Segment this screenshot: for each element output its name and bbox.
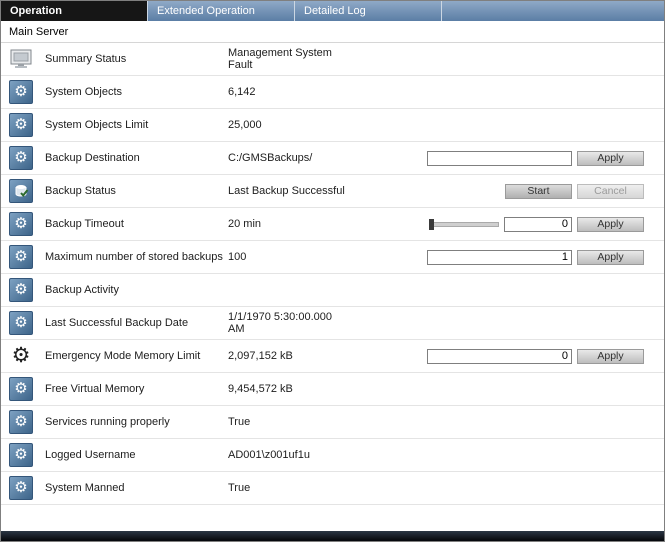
slider-handle[interactable] — [429, 219, 434, 230]
dark-gear-icon: ⚙ — [9, 344, 33, 368]
row-label: System Objects — [45, 86, 228, 98]
backup-destination-input[interactable] — [427, 151, 572, 166]
row-backup-timeout: ⚙ Backup Timeout 20 min Apply — [1, 208, 664, 241]
row-label: System Objects Limit — [45, 119, 228, 131]
row-label: System Manned — [45, 482, 228, 494]
row-label: Logged Username — [45, 449, 228, 461]
row-label: Summary Status — [45, 53, 228, 65]
row-logged-username: ⚙ Logged Username AD001\z001uf1u — [1, 439, 664, 472]
row-value: 25,000 — [228, 119, 413, 131]
backup-timeout-slider[interactable] — [429, 219, 499, 230]
tab-extended-operation[interactable]: Extended Operation — [148, 1, 295, 21]
row-services-running-properly: ⚙ Services running properly True — [1, 406, 664, 439]
database-check-icon — [9, 179, 33, 203]
gear-icon: ⚙ — [9, 80, 33, 104]
gear-icon: ⚙ — [9, 146, 33, 170]
tab-extended-operation-label: Extended Operation — [157, 5, 255, 17]
emergency-memory-limit-input[interactable] — [427, 349, 572, 364]
main-window: Operation Extended Operation Detailed Lo… — [0, 0, 665, 542]
gear-icon: ⚙ — [9, 311, 33, 335]
gear-icon: ⚙ — [9, 377, 33, 401]
gear-icon: ⚙ — [9, 443, 33, 467]
slider-track — [429, 222, 499, 227]
row-free-virtual-memory: ⚙ Free Virtual Memory 9,454,572 kB — [1, 373, 664, 406]
row-value: 20 min — [228, 218, 413, 230]
tab-operation-label: Operation — [10, 5, 62, 17]
row-last-successful-backup-date: ⚙ Last Successful Backup Date 1/1/1970 5… — [1, 307, 664, 340]
cancel-backup-button[interactable]: Cancel — [577, 184, 644, 199]
row-value: True — [228, 416, 413, 428]
row-emergency-mode-memory-limit: ⚙ Emergency Mode Memory Limit 2,097,152 … — [1, 340, 664, 373]
apply-backup-timeout-button[interactable]: Apply — [577, 217, 644, 232]
row-label: Backup Activity — [45, 284, 228, 296]
tab-detailed-log[interactable]: Detailed Log — [295, 1, 442, 21]
row-label: Backup Timeout — [45, 218, 228, 230]
apply-emergency-memory-limit-button[interactable]: Apply — [577, 349, 644, 364]
max-stored-backups-input[interactable] — [427, 250, 572, 265]
row-system-manned: ⚙ System Manned True — [1, 472, 664, 505]
gear-icon: ⚙ — [9, 113, 33, 137]
tab-operation[interactable]: Operation — [1, 1, 148, 21]
gear-icon: ⚙ — [9, 245, 33, 269]
row-value: True — [228, 482, 413, 494]
gear-icon: ⚙ — [9, 476, 33, 500]
gear-icon: ⚙ — [9, 278, 33, 302]
row-label: Backup Status — [45, 185, 228, 197]
row-value: Last Backup Successful — [228, 185, 413, 197]
tab-bar-filler — [442, 1, 664, 21]
tab-bar: Operation Extended Operation Detailed Lo… — [1, 1, 664, 21]
row-summary-status: Summary Status Management System Fault — [1, 43, 664, 76]
row-label: Last Successful Backup Date — [45, 317, 228, 329]
row-value: Management System Fault — [228, 47, 413, 71]
backup-timeout-input[interactable] — [504, 217, 572, 232]
apply-max-stored-backups-button[interactable]: Apply — [577, 250, 644, 265]
apply-backup-destination-button[interactable]: Apply — [577, 151, 644, 166]
row-value: 6,142 — [228, 86, 413, 98]
row-label: Backup Destination — [45, 152, 228, 164]
bottom-status-bar — [1, 531, 664, 541]
row-value: 2,097,152 kB — [228, 350, 413, 362]
start-backup-button[interactable]: Start — [505, 184, 572, 199]
row-value: 100 — [228, 251, 413, 263]
row-max-stored-backups: ⚙ Maximum number of stored backups 100 A… — [1, 241, 664, 274]
row-backup-destination: ⚙ Backup Destination C:/GMSBackups/ Appl… — [1, 142, 664, 175]
row-value: 9,454,572 kB — [228, 383, 413, 395]
row-value: AD001\z001uf1u — [228, 449, 413, 461]
tab-detailed-log-label: Detailed Log — [304, 5, 366, 17]
row-label: Free Virtual Memory — [45, 383, 228, 395]
gear-icon: ⚙ — [9, 410, 33, 434]
row-value: C:/GMSBackups/ — [228, 152, 413, 164]
workstation-icon — [9, 47, 33, 71]
row-value: 1/1/1970 5:30:00.000 AM — [228, 311, 413, 335]
gear-icon: ⚙ — [9, 212, 33, 236]
row-system-objects: ⚙ System Objects 6,142 — [1, 76, 664, 109]
row-label: Maximum number of stored backups — [45, 251, 228, 263]
row-backup-status: Backup Status Last Backup Successful Sta… — [1, 175, 664, 208]
page-title: Main Server — [1, 21, 664, 43]
row-label: Services running properly — [45, 416, 228, 428]
row-system-objects-limit: ⚙ System Objects Limit 25,000 — [1, 109, 664, 142]
row-backup-activity: ⚙ Backup Activity — [1, 274, 664, 307]
property-list: Summary Status Management System Fault ⚙… — [1, 43, 664, 531]
row-label: Emergency Mode Memory Limit — [45, 350, 228, 362]
